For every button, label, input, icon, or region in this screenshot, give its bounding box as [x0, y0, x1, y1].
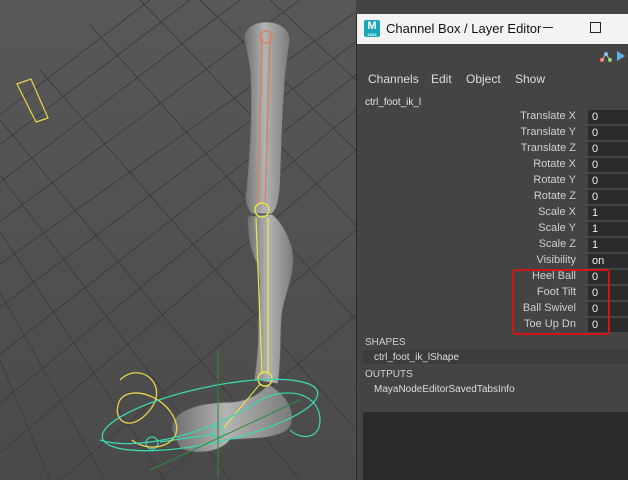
attr-label[interactable]: Translate X [436, 110, 576, 122]
attr-value[interactable]: 1 [588, 206, 628, 220]
attr-label[interactable]: Rotate Y [436, 174, 576, 186]
custom-attributes-highlight [512, 269, 610, 335]
node-name[interactable]: ctrl_foot_ik_l [365, 97, 421, 108]
window-titlebar[interactable]: M 2024 Channel Box / Layer Editor [357, 14, 628, 44]
attr-label[interactable]: Translate Y [436, 126, 576, 138]
attr-value[interactable]: 0 [588, 174, 628, 188]
channel-box-panel: M 2024 Channel Box / Layer Editor Channe… [356, 14, 628, 480]
menu-object[interactable]: Object [466, 72, 501, 86]
layer-icon[interactable] [617, 51, 625, 61]
menu-edit[interactable]: Edit [431, 72, 452, 86]
attr-label[interactable]: Rotate Z [436, 190, 576, 202]
attr-label[interactable]: Translate Z [436, 142, 576, 154]
attr-value[interactable]: 0 [588, 142, 628, 156]
attr-label[interactable]: Scale X [436, 206, 576, 218]
attr-label[interactable]: Scale Z [436, 238, 576, 250]
layer-editor-area[interactable] [363, 412, 628, 480]
maya-icon: M 2024 [364, 20, 380, 37]
attr-label[interactable]: Scale Y [436, 222, 576, 234]
output-node-item[interactable]: MayaNodeEditorSavedTabsInfo [374, 384, 515, 395]
outputs-header: OUTPUTS [365, 369, 413, 380]
attr-value[interactable]: 0 [588, 158, 628, 172]
attr-value[interactable]: 1 [588, 222, 628, 236]
attr-value[interactable]: on [588, 254, 628, 268]
attr-value[interactable]: 1 [588, 238, 628, 252]
minimize-button[interactable] [543, 27, 553, 28]
maximize-button[interactable] [590, 22, 601, 33]
window-title: Channel Box / Layer Editor [386, 21, 542, 36]
channel-icon[interactable] [600, 52, 612, 62]
viewport-3d[interactable] [0, 0, 356, 480]
toolbar-icons [600, 51, 625, 62]
attr-label[interactable]: Rotate X [436, 158, 576, 170]
shape-node-item[interactable]: ctrl_foot_ik_lShape [374, 352, 459, 363]
attr-value[interactable]: 0 [588, 110, 628, 124]
app-icon-letter: M [367, 20, 377, 32]
menu-bar: Channels Edit Object Show [357, 68, 628, 90]
attr-label[interactable]: Visibility [436, 254, 576, 266]
viewport-scene[interactable] [0, 0, 356, 480]
attr-value[interactable]: 0 [588, 126, 628, 140]
attr-value[interactable]: 0 [588, 190, 628, 204]
toolbar-row [357, 44, 628, 68]
menu-show[interactable]: Show [515, 72, 545, 86]
shapes-header: SHAPES [365, 337, 406, 348]
app-icon-year: 2024 [367, 32, 377, 37]
menu-channels[interactable]: Channels [368, 72, 419, 86]
